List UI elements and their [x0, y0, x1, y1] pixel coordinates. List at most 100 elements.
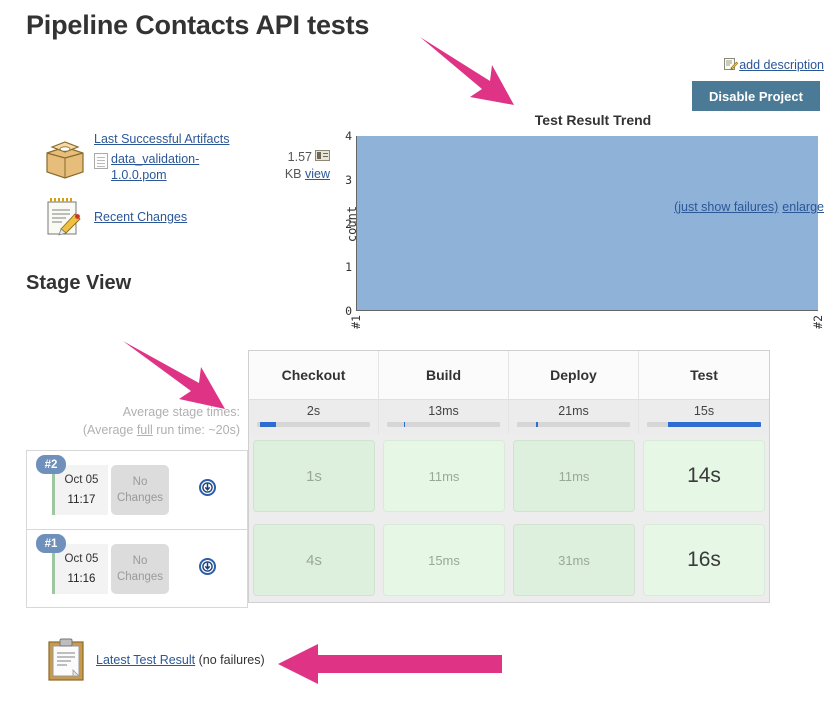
download-circle-icon[interactable]: [199, 558, 216, 575]
jenkins-job-page: Pipeline Contacts API tests add descript…: [0, 0, 838, 703]
artifact-size: 1.57 KB view: [284, 150, 330, 181]
build-date: Oct 05: [64, 553, 99, 565]
notepad-pencil-icon: [44, 197, 86, 237]
stage-cell-duration: 11ms: [383, 440, 505, 512]
stage-duration-bar: [257, 422, 370, 427]
stage-duration-bar-fill: [536, 422, 538, 427]
stage-cell[interactable]: 11ms: [379, 436, 509, 516]
build-row: #1 Oct 05 11:16 No Changes: [26, 529, 248, 608]
stage-cell-duration: 4s: [253, 524, 375, 596]
chart-plot-area: [356, 136, 818, 311]
stage-cell[interactable]: 31ms: [509, 520, 639, 600]
build-time: 11:17: [67, 494, 96, 506]
arrow-to-latest-test-result: [278, 644, 502, 684]
recent-changes-row: Recent Changes: [44, 197, 334, 237]
latest-test-result-text: Latest Test Result (no failures): [96, 653, 265, 667]
document-icon: [94, 153, 108, 169]
stage-average-deploy: 21ms: [509, 400, 639, 434]
chart-ytick: 2: [345, 216, 352, 231]
stage-average-build: 13ms: [379, 400, 509, 434]
stage-header-test[interactable]: Test: [639, 351, 769, 399]
stage-average-value: 2s: [306, 404, 321, 418]
stage-cell[interactable]: 16s: [639, 520, 769, 600]
badge-icon: [315, 150, 330, 161]
chart-series-count: [356, 136, 818, 311]
build-time: 11:16: [67, 573, 96, 585]
arrow-to-chart-title: [420, 37, 514, 105]
chart-ytick: 3: [345, 172, 352, 187]
stage-row-build-2: 1s 11ms 11ms 14s: [249, 434, 769, 518]
stage-average-test: 15s: [639, 400, 769, 434]
latest-test-result-row: Latest Test Result (no failures): [46, 638, 265, 682]
chart-links: (just show failures) enlarge: [670, 200, 824, 214]
stage-header-build[interactable]: Build: [379, 351, 509, 399]
stage-average-checkout: 2s: [249, 400, 379, 434]
page-title: Pipeline Contacts API tests: [26, 10, 370, 40]
stage-cell-duration: 1s: [253, 440, 375, 512]
clipboard-icon: [46, 638, 86, 682]
artifacts-section: Last Successful Artifacts data_validatio…: [44, 130, 334, 237]
no-failures-label: (no failures): [195, 653, 265, 667]
stage-cell[interactable]: 15ms: [379, 520, 509, 600]
average-stage-times-label: Average stage times: (Average full run t…: [28, 403, 240, 439]
test-result-trend-chart: Test Result Trend count 01234 #1 #2: [330, 112, 830, 329]
chart-title: Test Result Trend: [534, 112, 652, 128]
artifact-file-name: data_validation-1.0.0.pom: [111, 152, 200, 182]
enlarge-link[interactable]: enlarge: [782, 200, 824, 214]
stage-cell[interactable]: 4s: [249, 520, 379, 600]
download-circle-icon[interactable]: [199, 479, 216, 496]
stage-cell[interactable]: 1s: [249, 436, 379, 516]
chart-ytick: 1: [345, 260, 352, 275]
stage-view-table: Checkout Build Deploy Test 2s 13ms 21ms 15s 1s…: [248, 350, 770, 603]
latest-test-result-link[interactable]: Latest Test Result: [96, 653, 195, 667]
stage-cell-duration: 31ms: [513, 524, 635, 596]
stage-cell-duration: 16s: [643, 524, 765, 596]
chart-plot: count 01234 #1 #2: [345, 129, 825, 329]
stage-header-deploy[interactable]: Deploy: [509, 351, 639, 399]
stage-duration-bar-fill: [403, 422, 406, 427]
stage-duration-bar: [517, 422, 630, 427]
stage-cell[interactable]: 14s: [639, 436, 769, 516]
artifact-view-link[interactable]: view: [305, 167, 330, 181]
stage-cell-duration: 14s: [643, 440, 765, 512]
add-description-link[interactable]: add description: [724, 57, 824, 72]
stage-row-build-1: 4s 15ms 31ms 16s: [249, 518, 769, 602]
stage-header-checkout[interactable]: Checkout: [249, 351, 379, 399]
stage-duration-bar-fill: [667, 422, 761, 427]
chart-ytick: 4: [345, 129, 352, 143]
build-number-badge[interactable]: #1: [36, 534, 66, 553]
chart-y-axis: [356, 136, 357, 311]
stage-average-value: 21ms: [558, 404, 589, 418]
edit-pencil-icon: [724, 57, 739, 71]
no-changes-button[interactable]: No Changes: [111, 544, 169, 594]
stage-average-value: 15s: [693, 404, 715, 418]
build-number-badge[interactable]: #2: [36, 455, 66, 474]
chart-xtick: #2: [811, 315, 825, 329]
add-description-label[interactable]: add description: [739, 58, 824, 72]
stage-view-heading: Stage View: [26, 272, 132, 294]
recent-changes-link[interactable]: Recent Changes: [94, 210, 187, 224]
disable-project-button[interactable]: Disable Project: [692, 81, 820, 111]
chart-xtick: #1: [349, 315, 363, 329]
stage-cell-duration: 15ms: [383, 524, 505, 596]
stage-cell[interactable]: 11ms: [509, 436, 639, 516]
package-box-icon: [44, 138, 86, 180]
stage-cell-duration: 11ms: [513, 440, 635, 512]
stage-duration-bar: [387, 422, 500, 427]
stage-duration-bar-fill: [260, 422, 277, 427]
stage-duration-bar: [647, 422, 761, 427]
stage-average-row: 2s 13ms 21ms 15s: [249, 399, 769, 434]
build-date: Oct 05: [64, 474, 99, 486]
no-changes-button[interactable]: No Changes: [111, 465, 169, 515]
stage-average-value: 13ms: [428, 404, 459, 418]
build-row: #2 Oct 05 11:17 No Changes: [26, 450, 248, 529]
stage-body: 1s 11ms 11ms 14s 4s 15ms 31ms 16s: [249, 434, 769, 602]
build-rows: #2 Oct 05 11:17 No Changes #1 Oct 05 11:16 No C…: [26, 450, 248, 608]
average-stage-times-line1: Average stage times:: [122, 405, 240, 419]
last-successful-artifacts-title: Last Successful Artifacts: [94, 132, 230, 146]
stage-header-row: Checkout Build Deploy Test: [249, 351, 769, 399]
average-full-run-time-line: (Average full run time: ~20s): [82, 423, 240, 437]
chart-x-axis: [356, 310, 818, 311]
just-show-failures-link[interactable]: (just show failures): [674, 200, 778, 214]
artifact-links: Last Successful Artifacts data_validatio…: [94, 130, 229, 183]
